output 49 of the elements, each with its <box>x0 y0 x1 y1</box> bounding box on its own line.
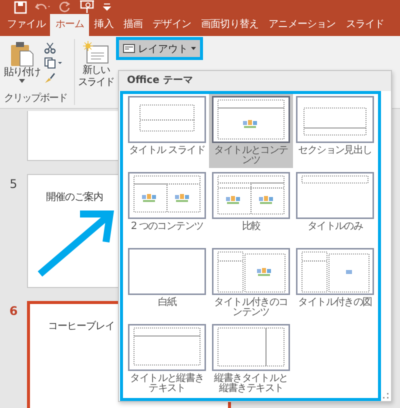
slide-number: 5 <box>8 176 18 191</box>
layout-button[interactable]: レイアウト <box>116 37 203 60</box>
caret-icon <box>19 79 25 83</box>
layout-preview-icon <box>212 172 290 219</box>
layout-option[interactable]: セクション見出し <box>293 94 377 168</box>
ribbon-tab[interactable]: ホーム <box>50 14 90 36</box>
layout-preview-icon <box>212 324 290 371</box>
menu-header: Office テーマ <box>119 71 391 91</box>
layout-option[interactable]: タイトル スライド <box>125 94 209 168</box>
paste-button[interactable]: 貼り付け <box>4 39 40 91</box>
layout-preview-icon <box>128 96 206 143</box>
ribbon-tab[interactable]: デザイン <box>148 14 196 36</box>
layout-option[interactable]: タイトル付きの図 <box>293 246 377 320</box>
slide-title: 開催のご案内 <box>46 192 103 203</box>
layout-preview-icon <box>296 248 374 295</box>
ribbon-tab[interactable]: 描画 <box>118 14 148 36</box>
layout-preview-icon <box>212 96 290 143</box>
layout-option[interactable]: 比較 <box>209 170 293 244</box>
layout-preview-icon <box>128 324 206 371</box>
customize-icon[interactable] <box>103 3 111 11</box>
layout-preview-icon <box>128 248 206 295</box>
paintbrush-icon[interactable] <box>44 72 56 84</box>
clipboard-icon <box>10 41 34 67</box>
group-label: クリップボード <box>4 92 67 105</box>
ribbon-tab[interactable]: 挿入 <box>89 14 118 36</box>
ribbon-tab[interactable]: アニメーション <box>264 14 341 36</box>
resize-grip-icon[interactable] <box>383 393 389 399</box>
slide-number: 6 <box>8 303 19 318</box>
scissors-icon[interactable] <box>44 42 56 54</box>
slide-title: コーヒーブレイ <box>48 321 114 332</box>
ribbon-tab[interactable]: スライド <box>340 14 390 36</box>
new-slide-icon <box>83 41 109 65</box>
layout-icon <box>123 44 135 53</box>
layout-option[interactable]: タイトルと縦書きテキスト <box>125 322 209 396</box>
layout-option[interactable]: 2 つのコンテンツ <box>125 170 209 244</box>
layout-preview-icon <box>212 248 290 295</box>
new-slide-button[interactable]: 新しい スライド <box>78 39 114 108</box>
layout-preview-icon <box>296 172 374 219</box>
ribbon-tab[interactable]: ファイル <box>2 14 50 36</box>
save-icon[interactable] <box>14 0 27 14</box>
layout-preview-icon <box>128 172 206 219</box>
layout-preview-icon <box>296 96 374 143</box>
caret-icon <box>191 47 196 50</box>
layout-option[interactable]: タイトルのみ <box>293 170 377 244</box>
copy-icon[interactable] <box>44 57 62 69</box>
layout-option[interactable]: タイトルとコンテンツ <box>209 94 293 168</box>
ribbon-tab[interactable]: 画面切り替え <box>196 14 264 36</box>
redo-icon[interactable] <box>59 1 71 13</box>
presentation-icon[interactable] <box>79 0 95 14</box>
